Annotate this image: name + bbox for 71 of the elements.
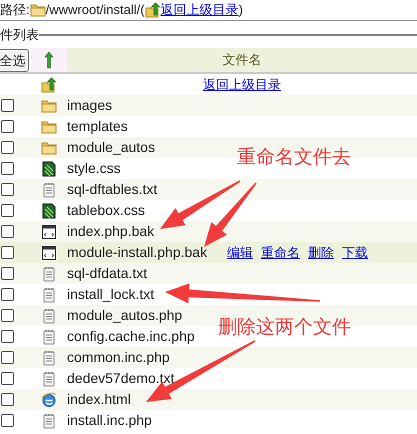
text-file-icon	[43, 370, 55, 386]
row-checkbox[interactable]	[1, 372, 14, 385]
select-all-button[interactable]: 全选	[0, 49, 29, 72]
text-file-icon	[43, 308, 55, 324]
file-row[interactable]: module-install.php.bak 编辑 重命名 删除 下载	[0, 242, 417, 263]
file-name[interactable]: index.php.bak	[67, 221, 154, 242]
row-checkbox[interactable]	[1, 414, 14, 427]
file-name[interactable]: images	[67, 95, 112, 116]
row-checkbox[interactable]	[1, 99, 14, 112]
file-name[interactable]: config.cache.inc.php	[67, 326, 195, 347]
path-label: 路径:	[0, 1, 30, 20]
text-file-icon	[43, 350, 55, 366]
row-checkbox[interactable]	[1, 267, 14, 280]
text-file-icon	[43, 328, 55, 344]
up-folder-icon	[41, 76, 57, 92]
parent-directory-link[interactable]: 返回上级目录	[160, 0, 239, 20]
text-file-icon	[43, 182, 55, 198]
up-folder-icon	[144, 2, 161, 18]
file-row[interactable]: images	[0, 95, 417, 116]
file-name[interactable]: sql-dftables.txt	[67, 179, 158, 200]
parent-directory-link[interactable]: 返回上级目录	[203, 74, 281, 94]
folder-icon	[41, 140, 57, 154]
text-file-icon	[43, 286, 55, 302]
row-checkbox[interactable]	[1, 309, 14, 322]
path-value: /wwwroot/install/(	[46, 1, 145, 20]
file-row[interactable]: common.inc.php	[0, 347, 417, 368]
file-name[interactable]: module-install.php.bak	[67, 242, 208, 263]
file-name[interactable]: style.css	[67, 158, 121, 179]
file-name[interactable]: tablebox.css	[67, 200, 145, 221]
window-file-icon	[42, 224, 56, 238]
row-checkbox[interactable]	[1, 351, 14, 364]
file-name[interactable]: module_autos.php	[67, 305, 182, 326]
row-checkbox[interactable]	[1, 162, 14, 175]
stylesheet-icon	[42, 160, 56, 176]
row-checkbox[interactable]	[1, 246, 14, 259]
file-name[interactable]: dedev57demo.txt	[67, 368, 174, 389]
stylesheet-icon	[42, 202, 56, 218]
file-name[interactable]: install.inc.php	[67, 410, 152, 431]
folder-icon	[41, 120, 57, 134]
section-title: 件列表	[0, 26, 39, 44]
row-checkbox[interactable]	[1, 183, 14, 196]
web-page-icon	[41, 392, 57, 408]
row-checkbox[interactable]	[1, 393, 14, 406]
file-row[interactable]: index.php.bak	[0, 221, 417, 242]
path-close: )	[238, 1, 243, 20]
folder-icon	[30, 3, 46, 17]
sort-up-icon[interactable]	[44, 51, 54, 69]
row-checkbox[interactable]	[1, 204, 14, 217]
file-name[interactable]: sql-dfdata.txt	[67, 263, 148, 284]
folder-icon	[41, 98, 57, 112]
text-file-icon	[43, 412, 55, 428]
row-checkbox[interactable]	[1, 288, 14, 301]
file-row[interactable]: sql-dftables.txt	[0, 179, 417, 200]
row-checkbox[interactable]	[1, 120, 14, 133]
file-action-link[interactable]: 下载	[342, 242, 368, 262]
file-row[interactable]: index.html	[0, 389, 417, 410]
column-header: 文件名	[222, 51, 262, 70]
file-row[interactable]: sql-dfdata.txt	[0, 263, 417, 284]
row-checkbox[interactable]	[1, 141, 14, 154]
row-checkbox[interactable]	[1, 330, 14, 343]
file-name[interactable]: common.inc.php	[67, 347, 170, 368]
file-action-link[interactable]: 重命名	[261, 242, 300, 262]
file-name[interactable]: install_lock.txt	[67, 284, 154, 305]
window-file-icon	[42, 246, 56, 260]
row-checkbox[interactable]	[1, 225, 14, 238]
file-action-link[interactable]: 编辑	[227, 242, 254, 262]
file-name[interactable]: index.html	[67, 389, 131, 410]
file-name[interactable]: templates	[67, 116, 128, 137]
text-file-icon	[43, 266, 55, 282]
file-action-link[interactable]: 删除	[308, 242, 334, 262]
file-name[interactable]: module_autos	[67, 137, 155, 158]
